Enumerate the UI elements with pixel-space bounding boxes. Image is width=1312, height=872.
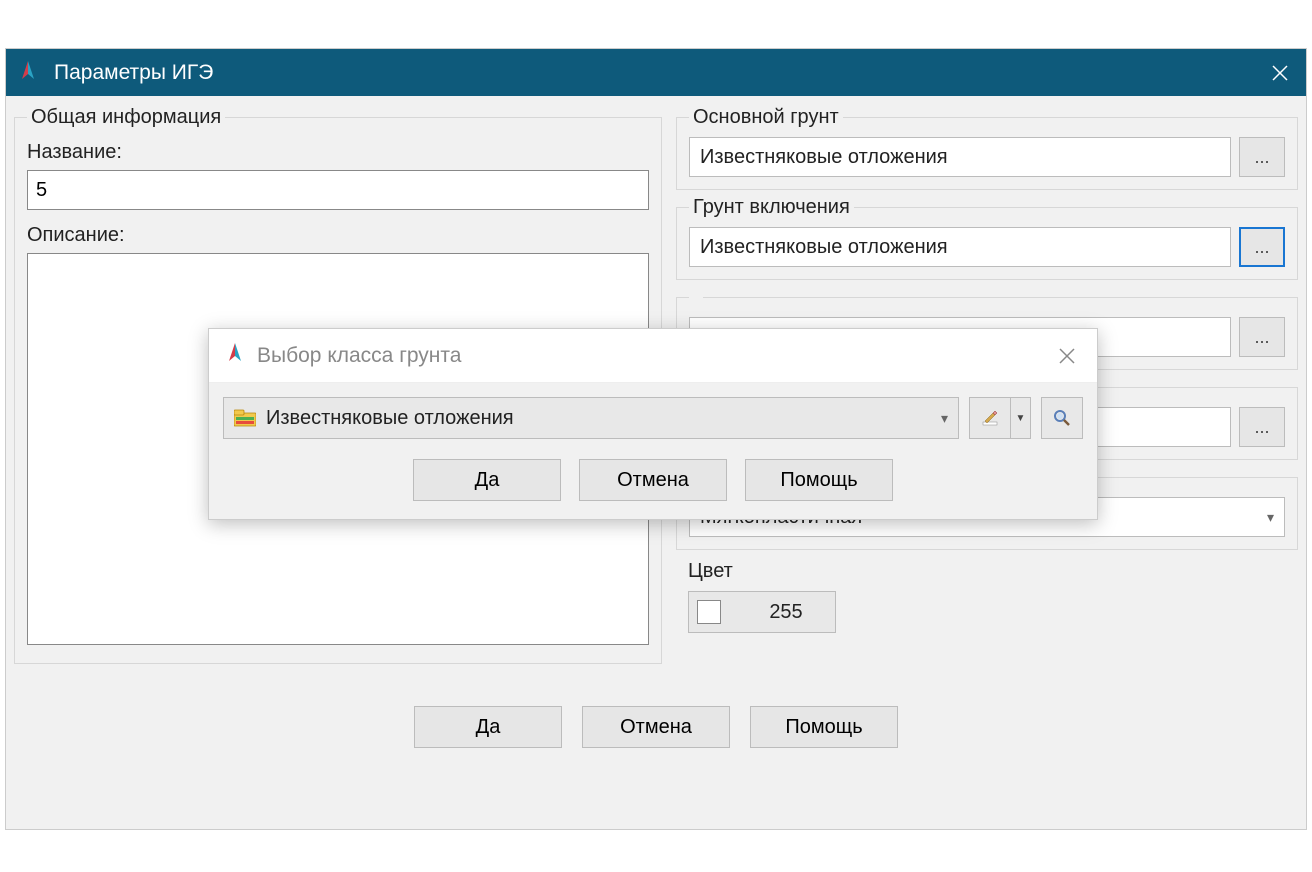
inclusion-soil-group: Грунт включения Известняковые отложения … <box>676 196 1298 280</box>
window-title: Параметры ИГЭ <box>54 61 213 85</box>
magnifier-icon <box>1052 408 1072 428</box>
primary-soil-group: Основной грунт Известняковые отложения .… <box>676 106 1298 190</box>
inclusion-soil-field: Известняковые отложения <box>689 227 1231 267</box>
inclusion-soil-browse-button[interactable]: ... <box>1239 227 1285 267</box>
modal-yes-button[interactable]: Да <box>413 459 561 501</box>
chevron-down-icon: ▾ <box>1267 509 1274 526</box>
group4-browse-button[interactable]: ... <box>1239 407 1285 447</box>
color-label: Цвет <box>688 560 1298 583</box>
description-label: Описание: <box>27 224 649 247</box>
app-icon <box>16 59 44 87</box>
group3-browse-button[interactable]: ... <box>1239 317 1285 357</box>
color-swatch <box>697 600 721 624</box>
modal-cancel-button[interactable]: Отмена <box>579 459 727 501</box>
modal-close-icon[interactable] <box>1051 340 1083 372</box>
main-yes-button[interactable]: Да <box>414 706 562 748</box>
name-input[interactable] <box>27 170 649 210</box>
color-picker[interactable]: 255 <box>688 591 836 633</box>
main-help-button[interactable]: Помощь <box>750 706 898 748</box>
chevron-down-icon: ▾ <box>941 410 948 427</box>
pencil-icon <box>980 408 1000 428</box>
soil-class-dialog: Выбор класса грунта Известняковые отложе… <box>208 328 1098 520</box>
soil-class-combo[interactable]: Известняковые отложения ▾ <box>223 397 959 439</box>
general-info-legend: Общая информация <box>27 106 225 129</box>
edit-button[interactable] <box>969 397 1011 439</box>
color-value: 255 <box>751 601 821 624</box>
folder-icon <box>234 409 256 427</box>
group3-legend <box>689 286 703 309</box>
edit-dropdown-button[interactable]: ▼ <box>1011 397 1031 439</box>
close-icon[interactable] <box>1264 57 1296 89</box>
modal-title: Выбор класса грунта <box>257 344 461 368</box>
primary-soil-legend: Основной грунт <box>689 106 843 129</box>
modal-titlebar: Выбор класса грунта <box>209 329 1097 383</box>
inclusion-soil-legend: Грунт включения <box>689 196 854 219</box>
main-cancel-button[interactable]: Отмена <box>582 706 730 748</box>
soil-class-value: Известняковые отложения <box>266 407 514 430</box>
primary-soil-browse-button[interactable]: ... <box>1239 137 1285 177</box>
titlebar: Параметры ИГЭ <box>6 49 1306 96</box>
primary-soil-field: Известняковые отложения <box>689 137 1231 177</box>
modal-help-button[interactable]: Помощь <box>745 459 893 501</box>
app-icon <box>223 341 247 371</box>
search-button[interactable] <box>1041 397 1083 439</box>
name-label: Название: <box>27 141 649 164</box>
